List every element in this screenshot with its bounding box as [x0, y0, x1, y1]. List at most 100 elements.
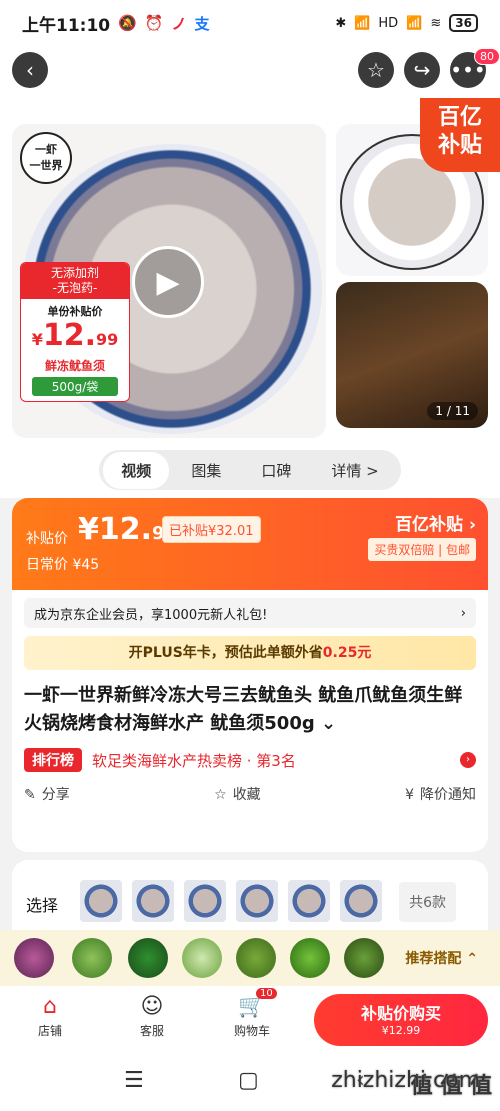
price-alert-icon: ¥: [405, 787, 414, 803]
cart-button[interactable]: 🛒 10 购物车: [222, 988, 282, 1039]
status-right-icons: ✱ 📶 HD 📶 ≋ 36: [335, 14, 478, 32]
thumbnail-image-2[interactable]: 1 / 11: [336, 282, 488, 428]
share-action[interactable]: ✎ 分享: [24, 784, 70, 804]
ranking-badge: 排行榜: [24, 748, 82, 772]
share-label: 分享: [41, 787, 70, 803]
favorite-button[interactable]: ☆: [358, 52, 394, 88]
store-label: 店铺: [37, 1024, 62, 1038]
vegetable-image[interactable]: [72, 938, 112, 978]
variant-thumb[interactable]: [236, 880, 278, 922]
status-time: 上午11:10: [22, 15, 111, 36]
buy-button[interactable]: 补贴价购买 ¥12.99: [314, 994, 488, 1046]
share-button[interactable]: ↪: [404, 52, 440, 88]
more-button[interactable]: ••• 80: [450, 48, 500, 88]
greens-image[interactable]: [128, 938, 168, 978]
tag-currency: ¥: [31, 330, 43, 349]
price-label: 补贴价: [26, 531, 68, 547]
status-left-icons: 🔕 ⏰ ノ 支: [118, 13, 209, 34]
tab-details[interactable]: 详情 >: [313, 452, 396, 489]
guarantee-text: 买贵双倍赔 | 包邮: [368, 538, 476, 561]
price-band: 补贴价 ¥12.99 已补贴¥32.01 日常价 ¥45 百亿补贴 › 买贵双倍…: [12, 498, 488, 590]
tab-reviews[interactable]: 口碑: [243, 452, 309, 489]
tag-spec: 500g/袋: [32, 377, 118, 396]
favorite-label: 收藏: [232, 787, 261, 803]
subsidy-amount: 已补贴¥32.01: [162, 516, 261, 543]
recommend-bar[interactable]: 推荐搭配 ⌃: [0, 930, 500, 986]
variant-thumb[interactable]: [132, 880, 174, 922]
main-product-image[interactable]: 一虾 一世界 ▶ 无添加剂 -无泡药- 单份补贴价 ¥12.99 鲜冻鱿鱼须 5…: [12, 124, 326, 438]
cart-badge: 10: [256, 988, 277, 999]
back-button[interactable]: ‹: [12, 52, 48, 88]
variant-thumb[interactable]: [340, 880, 382, 922]
star-icon: ☆: [367, 58, 385, 82]
member-text: 成为京东企业会员，享1000元新人礼包!: [34, 607, 268, 623]
battery-icon: 36: [449, 14, 478, 32]
mute-icon: 🔕: [118, 14, 137, 32]
share-icon: ✎: [24, 787, 36, 803]
play-video-button[interactable]: ▶: [132, 246, 204, 318]
herb-image[interactable]: [236, 938, 276, 978]
tab-video[interactable]: 视频: [103, 451, 170, 489]
plus-banner[interactable]: 开PLUS年卡，预估此单额外省0.25元: [24, 636, 476, 670]
system-nav-bar: ☰ ▢ ‹ 值 值 值 zhizhizhi.com: [0, 1056, 500, 1111]
signal-2-icon: 📶: [406, 15, 423, 31]
plus-text: 开PLUS年卡，预估此单额外省: [128, 645, 323, 661]
chevron-right-icon: ›: [460, 752, 476, 768]
chevron-right-icon: ›: [460, 605, 466, 621]
favorite-action[interactable]: ☆ 收藏: [214, 784, 261, 804]
buy-price: ¥12.99: [381, 1024, 421, 1037]
app-bar: ‹ ☆ ↪ ••• 80: [0, 46, 500, 98]
alarm-icon: ⏰: [144, 14, 164, 32]
tag-label: 单份补贴价: [47, 305, 103, 318]
wifi-icon: ≋: [430, 15, 442, 31]
price-alert-label: 降价通知: [420, 787, 476, 803]
bokchoy-image[interactable]: [182, 938, 222, 978]
watermark-url: zhizhizhi.com: [331, 1068, 480, 1093]
tag-product-name: 鲜冻鱿鱼须: [44, 359, 105, 373]
variant-selector[interactable]: 选择 共6款: [12, 860, 488, 940]
billion-subsidy-link[interactable]: 百亿补贴 ›: [395, 510, 476, 535]
tag-price: ¥12.99: [21, 319, 129, 357]
menu-icon[interactable]: ☰: [124, 1068, 144, 1093]
scallion-image[interactable]: [344, 938, 384, 978]
variant-thumb[interactable]: [80, 880, 122, 922]
tab-gallery[interactable]: 图集: [173, 452, 239, 489]
tag-price-int: 12.: [42, 318, 97, 353]
variant-count[interactable]: 共6款: [399, 882, 456, 922]
chat-icon: ☺: [140, 994, 164, 1019]
variant-thumb[interactable]: [288, 880, 330, 922]
store-icon: ⌂: [43, 994, 57, 1019]
tag-price-dec: 99: [96, 330, 119, 349]
star-icon: ☆: [214, 787, 227, 803]
action-row: ✎ 分享 ☆ 收藏 ¥ 降价通知: [24, 784, 476, 804]
recommend-label[interactable]: 推荐搭配 ⌃: [405, 948, 478, 968]
plus-saving: 0.25元: [322, 645, 372, 661]
cart-label: 购物车: [233, 1024, 270, 1038]
daily-price: 日常价 ¥45: [26, 557, 100, 573]
billion-subsidy-badge: 百亿 补贴: [420, 98, 500, 172]
signal-icon: 📶: [354, 15, 371, 31]
select-label: 选择: [26, 896, 59, 915]
message-badge: 80: [474, 48, 500, 65]
media-tabs-row: 视频 图集 口碑 详情 >: [0, 442, 500, 498]
enterprise-member-banner[interactable]: 成为京东企业会员，享1000元新人礼包! ›: [24, 598, 476, 628]
onion-image[interactable]: [14, 938, 54, 978]
store-button[interactable]: ⌂ 店铺: [20, 994, 80, 1039]
tag-no-additive: 无添加剂 -无泡药-: [21, 263, 129, 299]
share-icon: ↪: [413, 58, 431, 82]
product-title[interactable]: 一虾一世界新鲜冷冻大号三去鱿鱼头 鱿鱼爪鱿鱼须生鲜火锅烧烤食材海鲜水产 鱿鱼须5…: [24, 682, 476, 738]
ranking-text: 软足类海鲜水产热卖榜 · 第3名: [92, 751, 296, 770]
service-button[interactable]: ☺ 客服: [122, 994, 182, 1039]
billion-subsidy-line1: 百亿: [437, 105, 482, 130]
bluetooth-icon: ✱: [335, 15, 347, 31]
leek-image[interactable]: [290, 938, 330, 978]
image-price-tag: 无添加剂 -无泡药- 单份补贴价 ¥12.99 鲜冻鱿鱼须 500g/袋: [20, 262, 130, 402]
home-icon[interactable]: ▢: [238, 1068, 259, 1093]
chevron-left-icon: ‹: [26, 58, 34, 82]
variant-thumb[interactable]: [184, 880, 226, 922]
billion-subsidy-line2: 补贴: [437, 133, 482, 158]
ranking-row[interactable]: 排行榜 软足类海鲜水产热卖榜 · 第3名 ›: [24, 748, 476, 772]
price-alert-action[interactable]: ¥ 降价通知: [405, 784, 476, 804]
bottom-action-bar: ⌂ 店铺 ☺ 客服 🛒 10 购物车 补贴价购买 ¥12.99: [0, 986, 500, 1056]
brand-logo: 一虾 一世界: [20, 132, 72, 184]
